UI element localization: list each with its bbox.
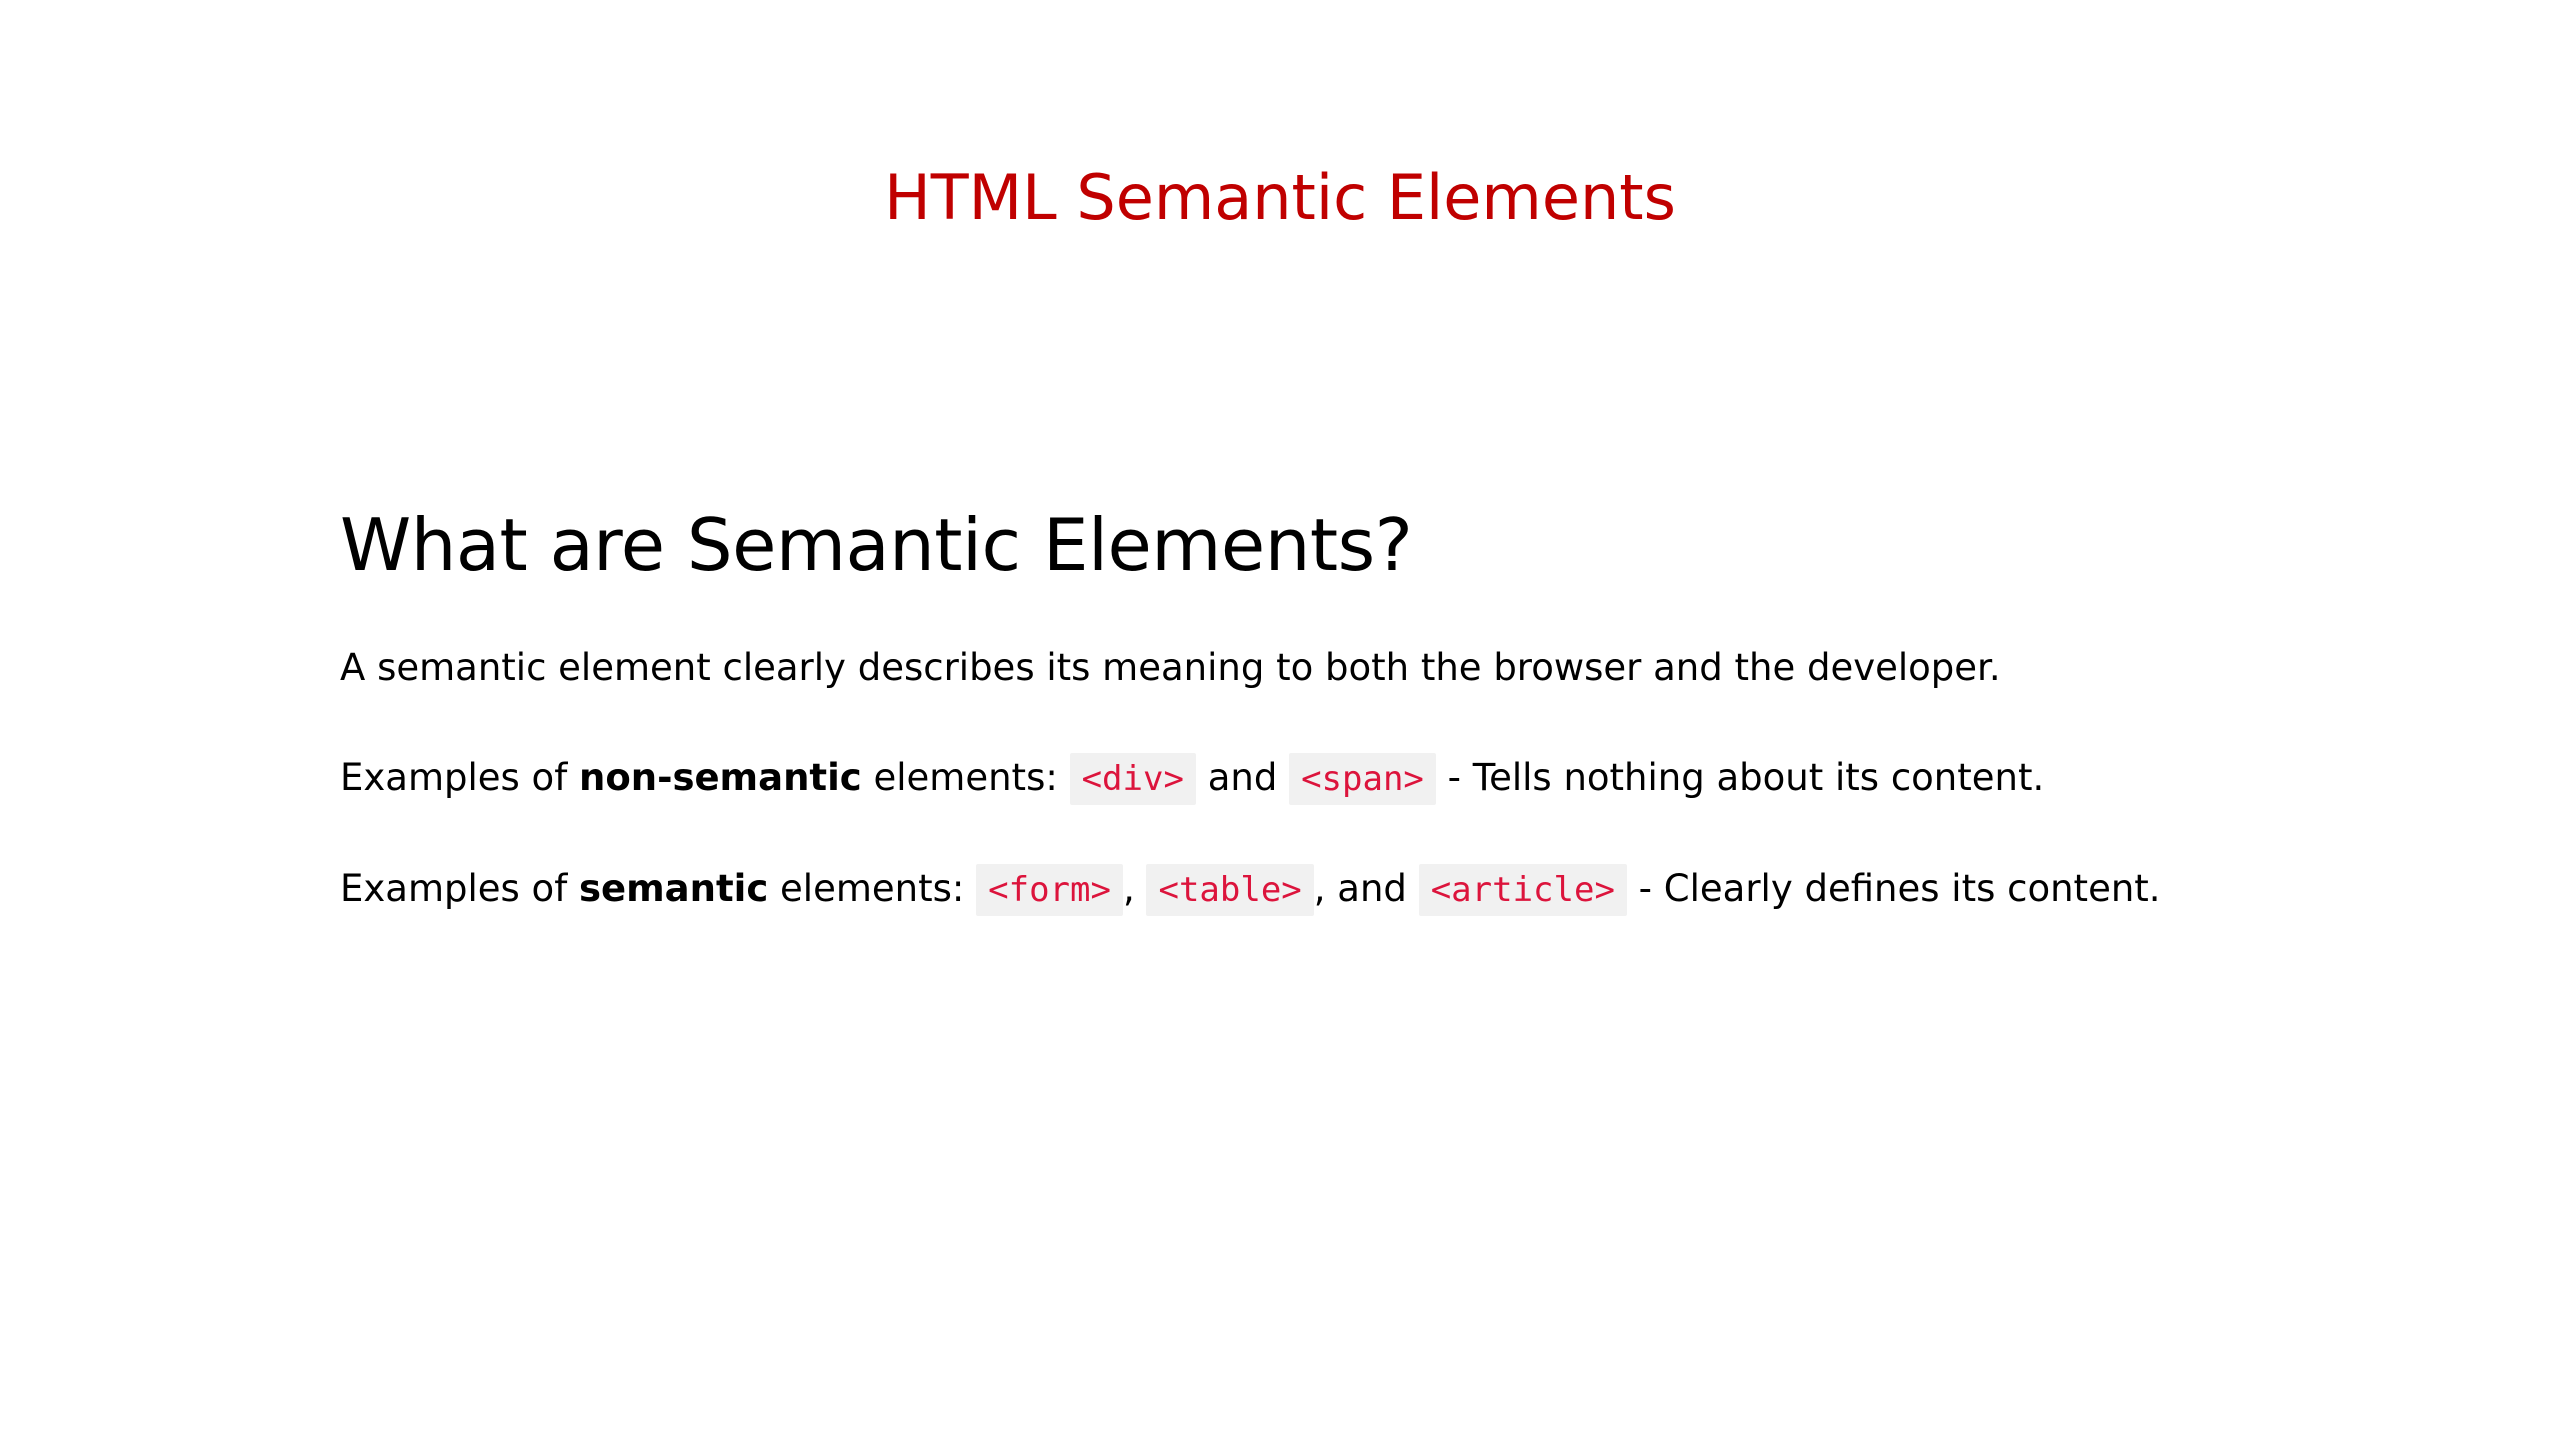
semantic-separator-1: , [1122, 867, 1147, 910]
code-tag-form: <form> [976, 864, 1123, 916]
semantic-bold-term: semantic [578, 867, 769, 910]
semantic-after-bold: elements: [768, 867, 977, 910]
non-semantic-examples-paragraph: Examples of non-semantic elements: <div>… [340, 750, 2440, 807]
non-semantic-bold-term: non-semantic [578, 756, 862, 799]
code-tag-table: <table> [1146, 864, 1314, 916]
slide-title: HTML Semantic Elements [884, 161, 1676, 234]
code-tag-span: <span> [1289, 753, 1436, 805]
non-semantic-connector: and [1195, 756, 1290, 799]
non-semantic-after-bold: elements: [861, 756, 1070, 799]
semantic-separator-2: , and [1313, 867, 1419, 910]
article-content: What are Semantic Elements? A semantic e… [340, 500, 2440, 972]
non-semantic-prefix: Examples of [340, 756, 579, 799]
semantic-suffix: - Clearly defines its content. [1626, 867, 2161, 910]
section-heading: What are Semantic Elements? [340, 503, 1413, 587]
non-semantic-suffix: - Tells nothing about its content. [1435, 756, 2045, 799]
semantic-examples-paragraph: Examples of semantic elements: <form>, <… [340, 861, 2440, 918]
code-tag-article: <article> [1418, 864, 1627, 916]
code-tag-div: <div> [1069, 753, 1196, 805]
definition-paragraph: A semantic element clearly describes its… [340, 646, 2001, 689]
semantic-prefix: Examples of [340, 867, 579, 910]
